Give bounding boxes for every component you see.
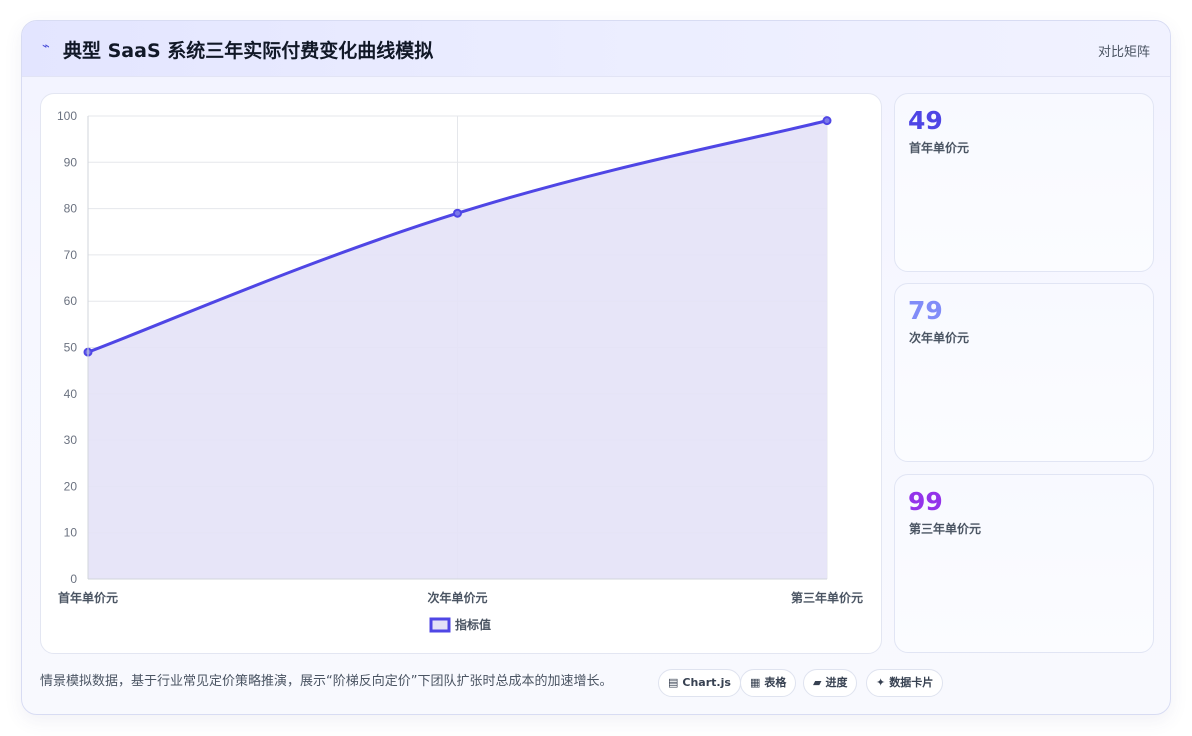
panel-header: ⌁ 典型 SaaS 系统三年实际付费变化曲线模拟 对比矩阵 bbox=[22, 21, 1170, 77]
data-point bbox=[822, 116, 832, 126]
stat-label: 首年单价元 bbox=[909, 141, 970, 155]
stat-card-second-year: 79 次年单价元 bbox=[894, 283, 1154, 462]
x-tick-label: 第三年单价元 bbox=[791, 590, 863, 605]
y-tick-label: 40 bbox=[64, 387, 78, 401]
stat-value: 99 bbox=[908, 487, 943, 516]
comparison-matrix-link[interactable]: 对比矩阵 bbox=[1098, 41, 1150, 60]
chip-chartjs[interactable]: ▤ Chart.js bbox=[658, 669, 741, 697]
y-tick-label: 100 bbox=[57, 109, 77, 123]
y-tick-label: 90 bbox=[64, 155, 78, 169]
x-tick-label: 次年单价元 bbox=[427, 590, 487, 605]
table-icon: ▦ bbox=[750, 676, 761, 689]
chip-label: 表格 bbox=[764, 676, 787, 689]
x-tick-label: 首年单价元 bbox=[58, 590, 118, 605]
chip-progress[interactable]: ▰ 进度 bbox=[803, 669, 858, 697]
legend-label: 指标值 bbox=[455, 617, 491, 632]
progress-icon: ▰ bbox=[813, 676, 822, 689]
chart-icon: ▤ bbox=[668, 676, 679, 689]
chip-data-cards[interactable]: ✦ 数据卡片 bbox=[866, 669, 944, 697]
footer-note: 情景模拟数据，基于行业常见定价策略推演，展示“阶梯反向定价”下团队扩张时总成本的… bbox=[40, 674, 613, 689]
chip-label: Chart.js bbox=[682, 676, 731, 689]
stat-label: 第三年单价元 bbox=[909, 522, 982, 536]
line-chart: 0 10 20 30 40 50 60 70 80 90 100 首年单价元 次年单价元 第三年单价元指标… bbox=[57, 109, 863, 633]
y-tick-label: 60 bbox=[64, 294, 78, 308]
y-tick-label: 70 bbox=[64, 248, 78, 262]
card-icon: ✦ bbox=[876, 676, 886, 689]
stat-label: 次年单价元 bbox=[909, 331, 970, 345]
chip-label: 数据卡片 bbox=[889, 676, 934, 689]
y-tick-label: 20 bbox=[64, 479, 78, 493]
page-title: 典型 SaaS 系统三年实际付费变化曲线模拟 bbox=[63, 40, 434, 62]
stat-value: 49 bbox=[908, 106, 943, 135]
y-tick-label: 10 bbox=[64, 526, 78, 540]
stat-card-first-year: 49 首年单价元 bbox=[894, 93, 1154, 272]
y-tick-label: 80 bbox=[64, 202, 78, 216]
legend-swatch bbox=[429, 617, 451, 633]
dashboard-panel: ⌁ 典型 SaaS 系统三年实际付费变化曲线模拟 对比矩阵 0 10 20 30 40 5… bbox=[21, 20, 1171, 715]
y-tick-label: 50 bbox=[64, 341, 78, 355]
y-tick-label: 0 bbox=[70, 572, 77, 586]
chip-table[interactable]: ▦ 表格 bbox=[740, 669, 797, 697]
chip-label: 进度 bbox=[825, 676, 848, 689]
chart-card: 0 10 20 30 40 50 60 70 80 90 100 首年单价元 次年单价元 第三年单价元指标… bbox=[40, 93, 882, 654]
stat-value: 79 bbox=[908, 296, 943, 325]
y-tick-label: 30 bbox=[64, 433, 78, 447]
data-point bbox=[453, 208, 462, 218]
sparkle-icon: ⌁ bbox=[42, 39, 50, 54]
stat-card-third-year: 99 第三年单价元 bbox=[894, 474, 1154, 653]
